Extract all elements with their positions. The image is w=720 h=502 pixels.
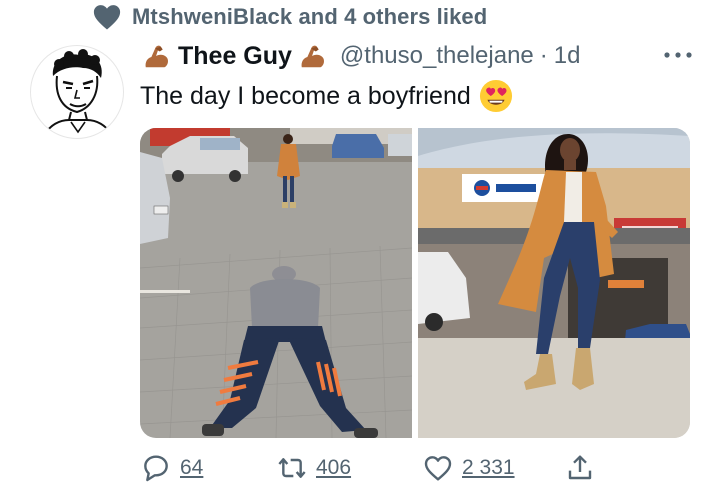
tweet-header: Thee Guy @thuso_thelejane · 1d [142, 38, 580, 74]
author-name[interactable]: Thee Guy [178, 42, 292, 71]
tweet-media[interactable] [140, 128, 690, 438]
like-heart-icon [424, 456, 452, 481]
retweet-button[interactable]: 406 [276, 452, 351, 484]
liked-by-text[interactable]: MtshweniBlack and 4 others liked [132, 4, 487, 30]
flexed-biceps-icon [301, 45, 324, 68]
media-photo-2[interactable] [418, 128, 690, 438]
reply-button[interactable]: 64 [140, 452, 203, 484]
tweet-body: The day I become a boyfriend [140, 78, 513, 114]
tweet-text: The day I become a boyfriend [140, 81, 471, 110]
share-icon [568, 455, 592, 480]
separator-dot: · [539, 42, 548, 69]
photo-woman-posing-in-front-of-shop [418, 128, 690, 438]
like-count[interactable]: 2 331 [462, 456, 515, 480]
reply-count[interactable]: 64 [180, 456, 203, 480]
heart-icon [93, 5, 121, 30]
author-handle[interactable]: @thuso_thelejane [340, 42, 534, 70]
tweet-actions: 64 406 2 331 [140, 450, 600, 486]
share-button[interactable] [564, 452, 596, 484]
heart-eyes-emoji-icon [479, 79, 512, 113]
retweet-count[interactable]: 406 [316, 456, 351, 480]
media-photo-1[interactable] [140, 128, 412, 438]
more-options-icon[interactable] [662, 50, 694, 60]
social-context: MtshweniBlack and 4 others liked [92, 2, 487, 32]
avatar[interactable] [30, 45, 124, 139]
retweet-icon [278, 458, 306, 478]
photo-man-lying-on-pavement [140, 128, 412, 438]
flexed-biceps-icon [145, 45, 169, 68]
reply-icon [144, 455, 168, 482]
tweet-timestamp[interactable]: 1d [554, 42, 581, 70]
like-button[interactable]: 2 331 [422, 452, 515, 484]
